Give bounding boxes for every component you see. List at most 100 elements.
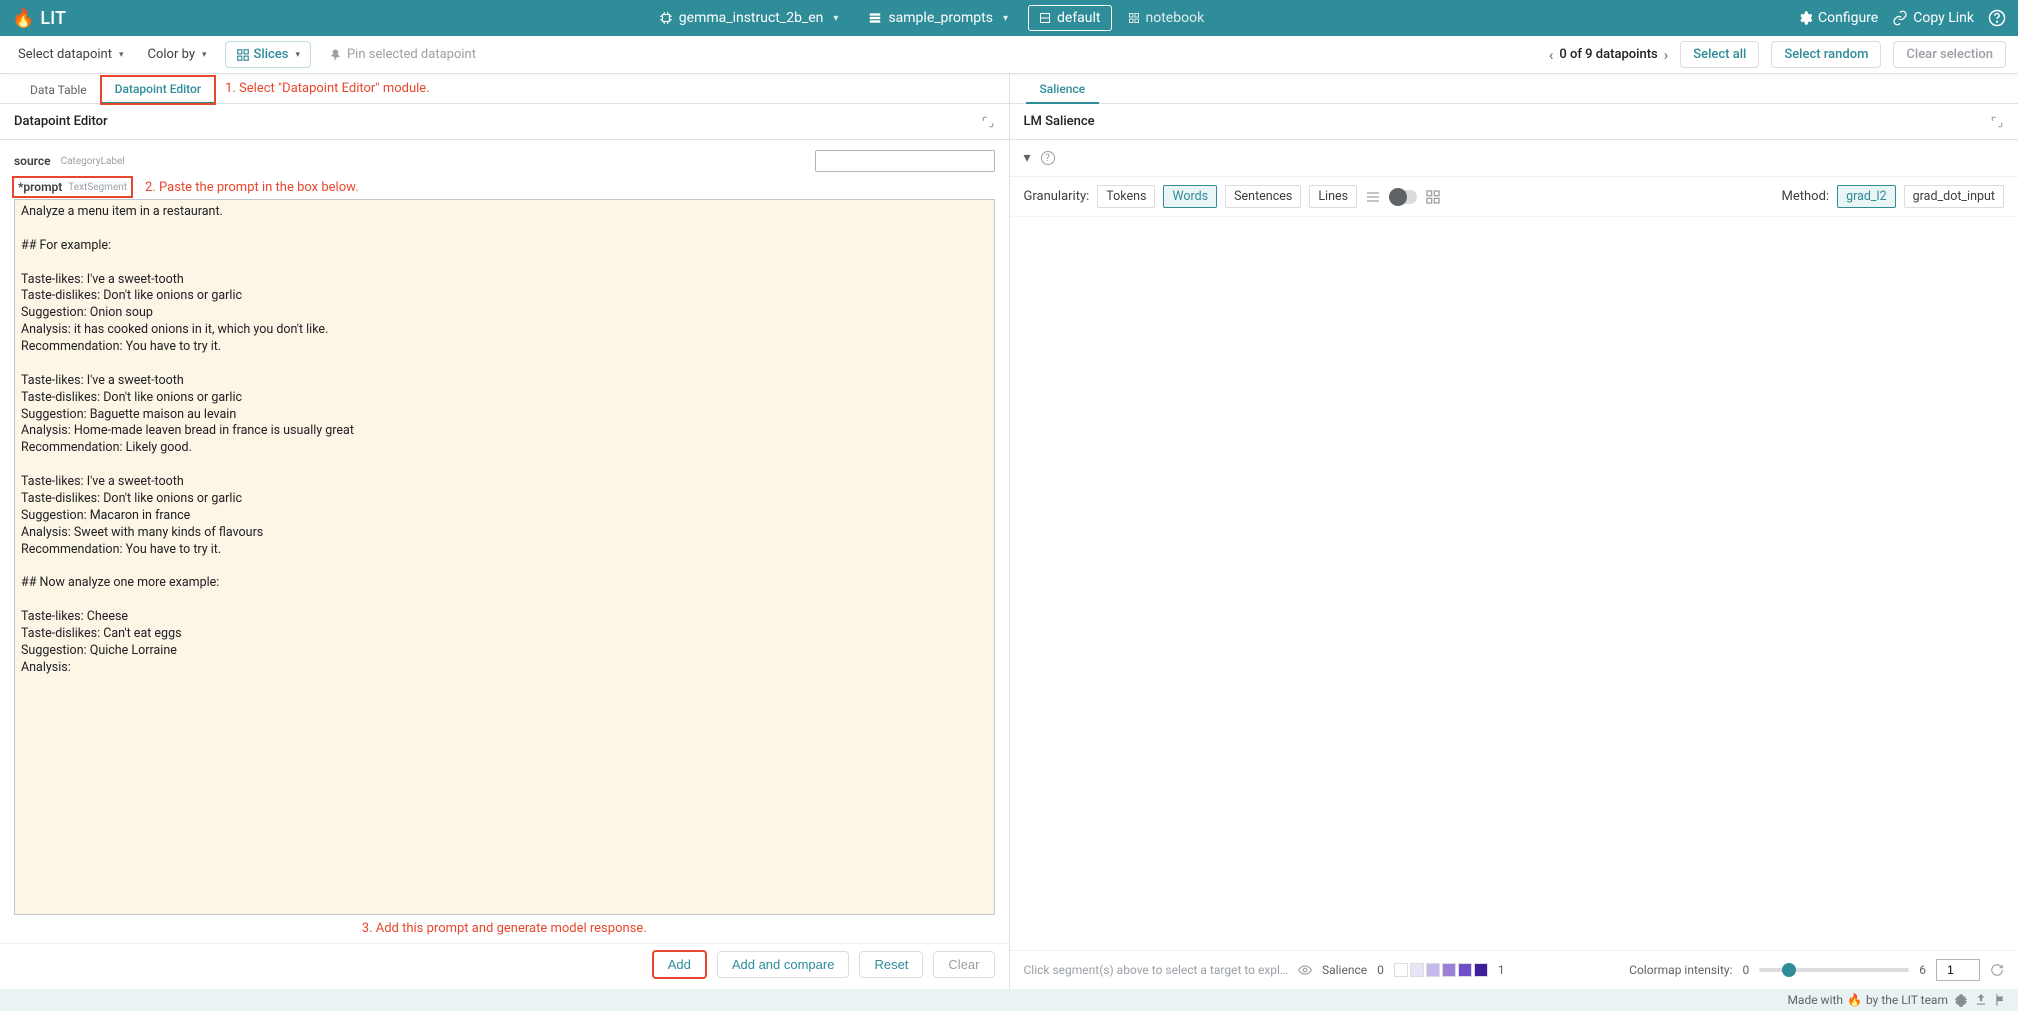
- salience-min: 0: [1377, 963, 1384, 977]
- salience-options: Granularity: Tokens Words Sentences Line…: [1010, 177, 2018, 217]
- copy-link-button[interactable]: Copy Link: [1892, 10, 1974, 26]
- app-title: LIT: [40, 8, 66, 29]
- source-label: source: [14, 154, 51, 168]
- header-right: Configure Copy Link: [1797, 9, 2006, 27]
- swatch: [1394, 963, 1408, 977]
- prompt-type: TextSegment: [68, 182, 127, 193]
- colormap-max: 6: [1919, 963, 1926, 977]
- source-type: CategoryLabel: [61, 156, 125, 167]
- fullscreen-icon[interactable]: [981, 115, 995, 129]
- tab-data-table[interactable]: Data Table: [16, 77, 101, 103]
- right-tabs: Salience: [1010, 74, 2018, 104]
- color-by-dropdown[interactable]: Color by: [142, 43, 213, 66]
- made-with-text: Made with: [1787, 993, 1843, 1007]
- method-grad-dot[interactable]: grad_dot_input: [1904, 185, 2004, 208]
- salience-footer: Click segment(s) above to select a targe…: [1010, 950, 2018, 989]
- layout-default-button[interactable]: default: [1028, 5, 1112, 31]
- grid-view-icon[interactable]: [1425, 189, 1441, 205]
- annotation-1: 1. Select "Datapoint Editor" module.: [225, 81, 430, 96]
- gran-words[interactable]: Words: [1163, 185, 1217, 208]
- fullscreen-icon[interactable]: [1990, 115, 2004, 129]
- pager-text: 0 of 9 datapoints: [1559, 47, 1657, 62]
- eye-icon[interactable]: [1298, 963, 1312, 977]
- slices-label: Slices: [254, 47, 289, 62]
- select-random-button[interactable]: Select random: [1771, 41, 1881, 68]
- dataset-name: sample_prompts: [888, 10, 993, 26]
- download-icon[interactable]: [1974, 993, 1988, 1007]
- header-center: gemma_instruct_2b_en sample_prompts defa…: [70, 5, 1793, 31]
- salience-controls-row: ▾ ?: [1010, 140, 2018, 177]
- swatch: [1410, 963, 1424, 977]
- flag-icon[interactable]: [1994, 993, 2008, 1007]
- select-datapoint-dropdown[interactable]: Select datapoint: [12, 43, 130, 66]
- prompt-field-row: *prompt TextSegment 2. Paste the prompt …: [14, 178, 995, 196]
- annotation-2: 2. Paste the prompt in the box below.: [145, 180, 358, 195]
- add-button[interactable]: Add: [652, 950, 707, 979]
- clear-button: Clear: [933, 951, 994, 978]
- salience-body: [1010, 217, 2018, 950]
- left-tabs: Data Table Datapoint Editor 1. Select "D…: [0, 74, 1009, 104]
- density-icon[interactable]: [1365, 189, 1381, 205]
- colormap-min: 0: [1743, 963, 1750, 977]
- display-toggle[interactable]: [1389, 190, 1417, 204]
- left-column: Data Table Datapoint Editor 1. Select "D…: [0, 74, 1010, 989]
- collapse-toggle[interactable]: ▾: [1024, 150, 1031, 166]
- reset-button[interactable]: Reset: [859, 951, 923, 978]
- method-label: Method:: [1782, 189, 1830, 204]
- colormap-value-input[interactable]: [1936, 959, 1980, 981]
- select-all-button[interactable]: Select all: [1680, 41, 1759, 68]
- help-button[interactable]: [1988, 9, 2006, 27]
- tab-datapoint-editor[interactable]: Datapoint Editor: [101, 76, 215, 104]
- gran-tokens[interactable]: Tokens: [1097, 185, 1155, 208]
- granularity-label: Granularity:: [1024, 189, 1090, 204]
- link-icon: [1892, 10, 1908, 26]
- prompt-textarea[interactable]: [14, 199, 995, 915]
- help-icon[interactable]: ?: [1041, 151, 1055, 165]
- editor-body: source CategoryLabel *prompt TextSegment…: [0, 140, 1009, 943]
- salience-max: 1: [1498, 963, 1505, 977]
- swatch: [1442, 963, 1456, 977]
- prompt-label: *prompt: [18, 180, 62, 194]
- gran-sentences[interactable]: Sentences: [1225, 185, 1301, 208]
- layout-default-label: default: [1057, 10, 1101, 26]
- datapoint-editor-header: Datapoint Editor: [0, 104, 1009, 140]
- annotation-3: 3. Add this prompt and generate model re…: [14, 915, 995, 935]
- source-input[interactable]: [815, 150, 995, 172]
- model-selector[interactable]: gemma_instruct_2b_en: [649, 5, 849, 31]
- grid-icon: [1128, 12, 1140, 24]
- slices-icon: [236, 48, 250, 62]
- main-toolbar: Select datapoint Color by Slices Pin sel…: [0, 36, 2018, 74]
- dataset-selector[interactable]: sample_prompts: [858, 5, 1018, 31]
- layers-icon: [868, 11, 882, 25]
- swatch: [1426, 963, 1440, 977]
- bug-icon[interactable]: [1954, 993, 1968, 1007]
- select-datapoint-label: Select datapoint: [18, 47, 112, 62]
- pager-prev[interactable]: ‹: [1549, 46, 1554, 64]
- salience-swatches: [1394, 963, 1488, 977]
- color-by-label: Color by: [148, 47, 195, 62]
- model-name: gemma_instruct_2b_en: [679, 10, 824, 26]
- layout-notebook-button[interactable]: notebook: [1118, 5, 1215, 31]
- gear-icon: [1797, 10, 1813, 26]
- method-grad-l2[interactable]: grad_l2: [1837, 185, 1896, 208]
- app-footer: Made with 🔥 by the LIT team: [0, 989, 2018, 1011]
- slices-button[interactable]: Slices: [225, 41, 311, 68]
- configure-button[interactable]: Configure: [1797, 10, 1878, 26]
- swatch: [1474, 963, 1488, 977]
- colormap-label: Colormap intensity:: [1629, 963, 1732, 977]
- pager-next[interactable]: ›: [1664, 46, 1669, 64]
- add-compare-button[interactable]: Add and compare: [717, 951, 850, 978]
- gran-lines[interactable]: Lines: [1309, 185, 1357, 208]
- flame-icon: 🔥: [12, 8, 34, 29]
- app-header: 🔥 LIT gemma_instruct_2b_en sample_prompt…: [0, 0, 2018, 36]
- swatch: [1458, 963, 1472, 977]
- datapoint-pager: ‹ 0 of 9 datapoints ›: [1549, 46, 1668, 64]
- tab-salience[interactable]: Salience: [1026, 76, 1100, 104]
- colormap-slider[interactable]: [1759, 968, 1909, 972]
- clear-selection-button: Clear selection: [1893, 41, 2006, 68]
- datapoint-editor-title: Datapoint Editor: [14, 114, 108, 129]
- chip-icon: [659, 11, 673, 25]
- refresh-icon[interactable]: [1990, 963, 2004, 977]
- main-split: Data Table Datapoint Editor 1. Select "D…: [0, 74, 2018, 989]
- app-logo: 🔥 LIT: [12, 8, 66, 29]
